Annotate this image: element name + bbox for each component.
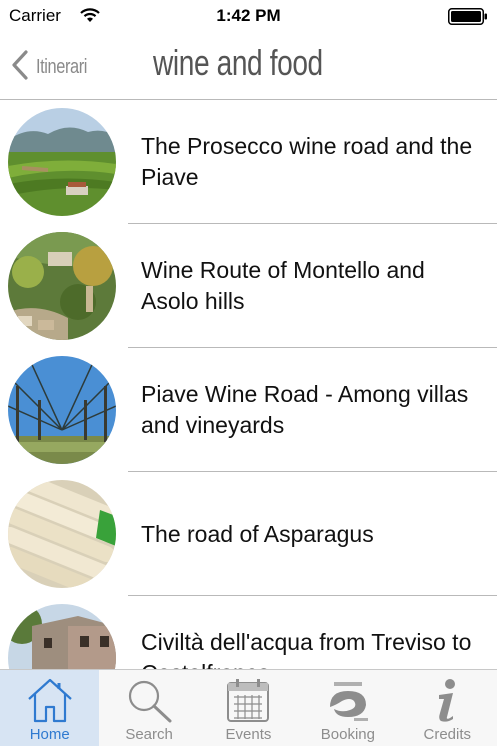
- tab-home[interactable]: Home: [0, 670, 100, 746]
- item-title: The road of Asparagus: [141, 520, 374, 547]
- tab-label: Search: [125, 726, 173, 743]
- clock: 1:42 PM: [216, 6, 281, 25]
- tab-bar: Home Search Events Booking Credits: [0, 669, 497, 746]
- tab-label: Credits: [423, 726, 472, 743]
- stone-house-photo: [8, 604, 116, 669]
- tab-search[interactable]: Search: [99, 670, 198, 746]
- search-icon: [99, 676, 198, 724]
- tab-label: Booking: [320, 726, 375, 743]
- tab-label: Home: [29, 726, 70, 743]
- calendar-icon: [199, 676, 298, 724]
- tab-events[interactable]: Events: [199, 670, 298, 746]
- vineyard-rows-photo: [8, 356, 116, 464]
- item-title: Civiltà dell'acqua from Treviso to Caste…: [141, 629, 472, 669]
- chevron-left-icon: [10, 49, 30, 86]
- item-title: The Prosecco wine road and the Piave: [141, 133, 473, 190]
- tab-booking[interactable]: Booking: [298, 670, 397, 746]
- itinerary-list: The Prosecco wine road and the Piave Win…: [0, 100, 497, 669]
- white-asparagus-photo: [8, 480, 116, 588]
- page-title: wine and food: [153, 42, 323, 83]
- tab-credits[interactable]: Credits: [398, 670, 497, 746]
- back-label: Itinerari: [36, 55, 88, 78]
- list-item[interactable]: Piave Wine Road - Among villas and viney…: [0, 348, 497, 472]
- status-bar: Carrier 1:42 PM: [0, 0, 497, 34]
- vineyard-hills-photo: [8, 108, 116, 216]
- tab-label: Events: [225, 726, 272, 743]
- back-button[interactable]: Itinerari: [10, 49, 98, 85]
- marca-treviso-logo: [298, 676, 397, 724]
- item-title: Wine Route of Montello and Asolo hills: [141, 257, 425, 314]
- list-item[interactable]: Civiltà dell'acqua from Treviso to Caste…: [0, 596, 497, 669]
- battery-icon: [448, 8, 488, 25]
- hillside-village-photo: [8, 232, 116, 340]
- list-item[interactable]: The Prosecco wine road and the Piave: [0, 100, 497, 224]
- navigation-bar: Itinerari wine and food: [0, 34, 497, 100]
- info-icon: [398, 676, 497, 724]
- list-item[interactable]: The road of Asparagus: [0, 472, 497, 596]
- item-title: Piave Wine Road - Among villas and viney…: [141, 381, 469, 438]
- home-icon: [0, 676, 99, 724]
- list-item[interactable]: Wine Route of Montello and Asolo hills: [0, 224, 497, 348]
